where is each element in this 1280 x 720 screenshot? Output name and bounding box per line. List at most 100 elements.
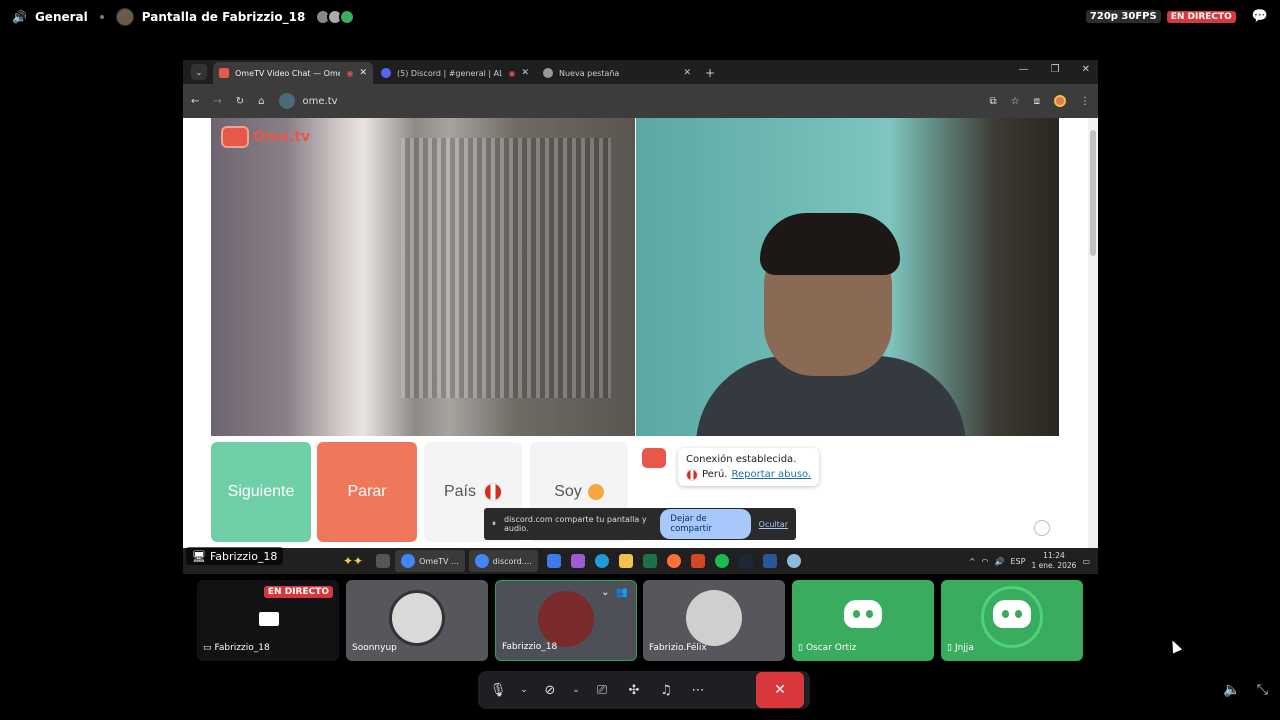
- taskbar-app-label: discord....: [492, 556, 532, 566]
- copilot-sparkle-icon[interactable]: ✦✦: [343, 554, 363, 568]
- page-scrollbar[interactable]: [1088, 118, 1098, 548]
- home-icon[interactable]: ⌂: [258, 96, 264, 107]
- tab-search-button[interactable]: ⌄: [191, 64, 207, 80]
- site-info-icon[interactable]: [278, 93, 295, 109]
- notification-icon[interactable]: ▭: [1082, 557, 1090, 566]
- taskbar-app-discord[interactable]: discord....: [468, 550, 538, 572]
- activities-icon[interactable]: ✣: [620, 676, 648, 704]
- forward-icon[interactable]: →: [213, 96, 221, 107]
- hide-notice-link[interactable]: Ocultar: [759, 520, 788, 529]
- window-controls: — ❐ ✕: [1019, 64, 1090, 75]
- participant-tile[interactable]: ▯ Oscar Ortiz: [792, 580, 934, 661]
- spotify-icon[interactable]: [714, 554, 729, 568]
- participant-name: Jnjja: [954, 643, 974, 653]
- chrome-icon: [474, 554, 489, 568]
- viewer-avatars[interactable]: [315, 9, 356, 25]
- country-label: País: [443, 483, 476, 500]
- stop-button[interactable]: Parar: [317, 442, 417, 542]
- profile-avatar[interactable]: [1054, 95, 1066, 107]
- url-text: ome.tv: [302, 95, 338, 107]
- install-app-icon[interactable]: ⧉: [990, 96, 997, 107]
- participant-tile[interactable]: ▯ Jnjja: [941, 580, 1083, 661]
- mouse-cursor: [1167, 638, 1183, 654]
- ometv-logo-icon: [221, 126, 249, 148]
- task-view-icon[interactable]: [376, 554, 391, 568]
- participant-name: Fabrizzio_18: [502, 642, 558, 652]
- volume-icon[interactable]: 🔈: [1223, 682, 1240, 698]
- share-message: discord.com comparte tu pantalla y audio…: [504, 515, 647, 533]
- avatar: [389, 590, 445, 646]
- microphone-icon[interactable]: 🎙: [484, 676, 512, 704]
- close-tab-icon[interactable]: ✕: [683, 68, 691, 78]
- windows-taskbar: ✦✦ OmeTV ... discord.... ^ ◠ 🔊 ESP 11:24: [183, 548, 1098, 574]
- exit-fullscreen-icon[interactable]: ⤡: [1257, 682, 1268, 698]
- language-indicator[interactable]: ESP: [1010, 557, 1025, 566]
- participant-name: Fabrizzio_18: [214, 643, 270, 653]
- participant-name: Soonnyup: [352, 643, 397, 653]
- browser-tab-new[interactable]: Nueva pestaña ✕: [537, 62, 697, 84]
- store-icon[interactable]: [570, 554, 585, 568]
- ometv-logo-text: Ome.tv: [253, 129, 311, 145]
- participant-tile[interactable]: ⌄ 👥 Fabrizzio_18: [495, 580, 637, 661]
- volume-icon[interactable]: 🔊: [995, 557, 1005, 566]
- screen-share-button[interactable]: ⎚: [588, 676, 616, 704]
- emoji-picker-icon[interactable]: [1034, 520, 1050, 536]
- browser-tab-discord[interactable]: (5) Discord | #general | AL ◉ ✕: [375, 62, 535, 84]
- channel-name[interactable]: General: [35, 10, 88, 24]
- steam-icon[interactable]: [738, 554, 753, 568]
- close-tab-icon[interactable]: ✕: [521, 68, 529, 78]
- clock-date: 1 ene. 2026: [1031, 561, 1077, 570]
- disconnect-button[interactable]: ✕: [756, 672, 804, 708]
- stream-owner-name: Fabrizzio_18: [209, 549, 278, 563]
- file-explorer-icon[interactable]: [618, 554, 633, 568]
- new-tab-icon[interactable]: +: [705, 66, 715, 80]
- stream-quality-badge: 720p 30FPS: [1085, 10, 1161, 23]
- wifi-icon[interactable]: ◠: [982, 557, 989, 566]
- edge-icon[interactable]: [594, 554, 609, 568]
- chevron-down-icon[interactable]: ⌄: [601, 587, 609, 598]
- powerpoint-icon[interactable]: [690, 554, 705, 568]
- more-options-icon[interactable]: ⋯: [684, 676, 712, 704]
- soundboard-icon[interactable]: ♫: [652, 676, 680, 704]
- people-icon[interactable]: 👥: [616, 587, 628, 598]
- next-button[interactable]: Siguiente: [211, 442, 311, 542]
- show-hidden-icons-icon[interactable]: ^: [969, 557, 976, 566]
- close-tab-icon[interactable]: ✕: [359, 68, 367, 78]
- chat-bubble-icon[interactable]: 💬: [1252, 9, 1268, 24]
- extensions-icon[interactable]: ⧈: [1034, 96, 1040, 107]
- close-window-icon[interactable]: ✕: [1082, 64, 1090, 75]
- mic-options-chevron-icon[interactable]: ⌄: [516, 676, 532, 704]
- stream-title: Pantalla de Fabrizzio_18: [141, 10, 306, 24]
- minimize-icon[interactable]: —: [1019, 64, 1029, 75]
- weather-icon[interactable]: [786, 554, 801, 568]
- recording-icon: ◉: [346, 68, 354, 78]
- bookmark-star-icon[interactable]: ☆: [1011, 96, 1020, 107]
- scrollbar-thumb[interactable]: [1090, 130, 1096, 256]
- camera-off-icon[interactable]: ⊘: [536, 676, 564, 704]
- word-icon[interactable]: [762, 554, 777, 568]
- report-abuse-link[interactable]: Reportar abuso.: [731, 467, 811, 482]
- dropbox-icon[interactable]: [546, 554, 561, 568]
- participant-tile[interactable]: EN DIRECTO ▭ Fabrizzio_18: [197, 580, 339, 661]
- mobile-icon: ▯: [798, 643, 803, 653]
- address-bar[interactable]: ome.tv: [278, 93, 338, 109]
- restore-icon[interactable]: ❐: [1051, 64, 1060, 75]
- browser-tab-ometv[interactable]: OmeTV Video Chat — Ome ◉ ✕: [213, 62, 373, 84]
- monitor-icon: [259, 612, 279, 626]
- boy-emoji-icon: [587, 484, 604, 500]
- camera-options-chevron-icon[interactable]: ⌄: [568, 676, 584, 704]
- live-badge: EN DIRECTO: [1166, 10, 1236, 23]
- excel-icon[interactable]: [642, 554, 657, 568]
- reload-icon[interactable]: ↻: [236, 96, 244, 107]
- clock[interactable]: 11:24 1 ene. 2026: [1031, 551, 1076, 571]
- menu-dots-icon[interactable]: ⋮: [1080, 96, 1090, 107]
- tab-title: (5) Discord | #general | AL: [397, 68, 503, 78]
- connection-status: Conexión establecida.: [686, 454, 797, 465]
- back-icon[interactable]: ←: [191, 96, 199, 107]
- stop-sharing-button[interactable]: Dejar de compartir: [660, 509, 751, 539]
- firefox-icon[interactable]: [666, 554, 681, 568]
- participant-tile[interactable]: Soonnyup: [346, 580, 488, 661]
- participant-tile[interactable]: Fabrizio.Félix: [643, 580, 785, 661]
- taskbar-app-chrome[interactable]: OmeTV ...: [395, 550, 465, 572]
- discord-logo-icon: [993, 600, 1031, 628]
